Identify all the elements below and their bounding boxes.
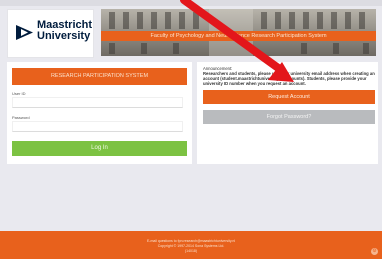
forgot-password-button[interactable]: Forgot Password? <box>203 110 375 124</box>
user-id-label: User ID <box>12 91 26 96</box>
banner: Faculty of Psychology and Neuroscience R… <box>101 9 376 56</box>
login-panel: RESEARCH PARTICIPATION SYSTEM User ID Pa… <box>7 62 192 164</box>
footer: E-mail questions to fpn.research@maastri… <box>0 231 382 259</box>
logo-text: Maastricht University <box>37 20 92 42</box>
user-id-input[interactable] <box>12 97 183 108</box>
login-button[interactable]: Log In <box>12 141 187 156</box>
login-panel-title: RESEARCH PARTICIPATION SYSTEM <box>12 68 187 85</box>
top-bar <box>0 0 382 6</box>
request-account-button[interactable]: Request Account <box>203 90 375 104</box>
footer-version: (14018) <box>184 249 198 253</box>
logo-line-2: University <box>37 30 91 42</box>
footer-contact[interactable]: E-mail questions to fpn.research@maastri… <box>0 239 382 243</box>
announcement-panel: Announcement: Researchers and students, … <box>197 62 378 164</box>
password-input[interactable] <box>12 121 183 132</box>
university-logo[interactable]: Maastricht University <box>7 9 94 58</box>
settings-icon[interactable]: ⚙ <box>371 248 378 255</box>
logo-mark-icon <box>16 25 33 40</box>
password-label: Password <box>12 115 30 120</box>
announcement-text: Researchers and students, please use you… <box>203 71 375 86</box>
footer-copyright: Copyright © 1997-2014 Sona Systems Ltd. <box>157 244 225 248</box>
banner-title: Faculty of Psychology and Neuroscience R… <box>101 31 376 41</box>
